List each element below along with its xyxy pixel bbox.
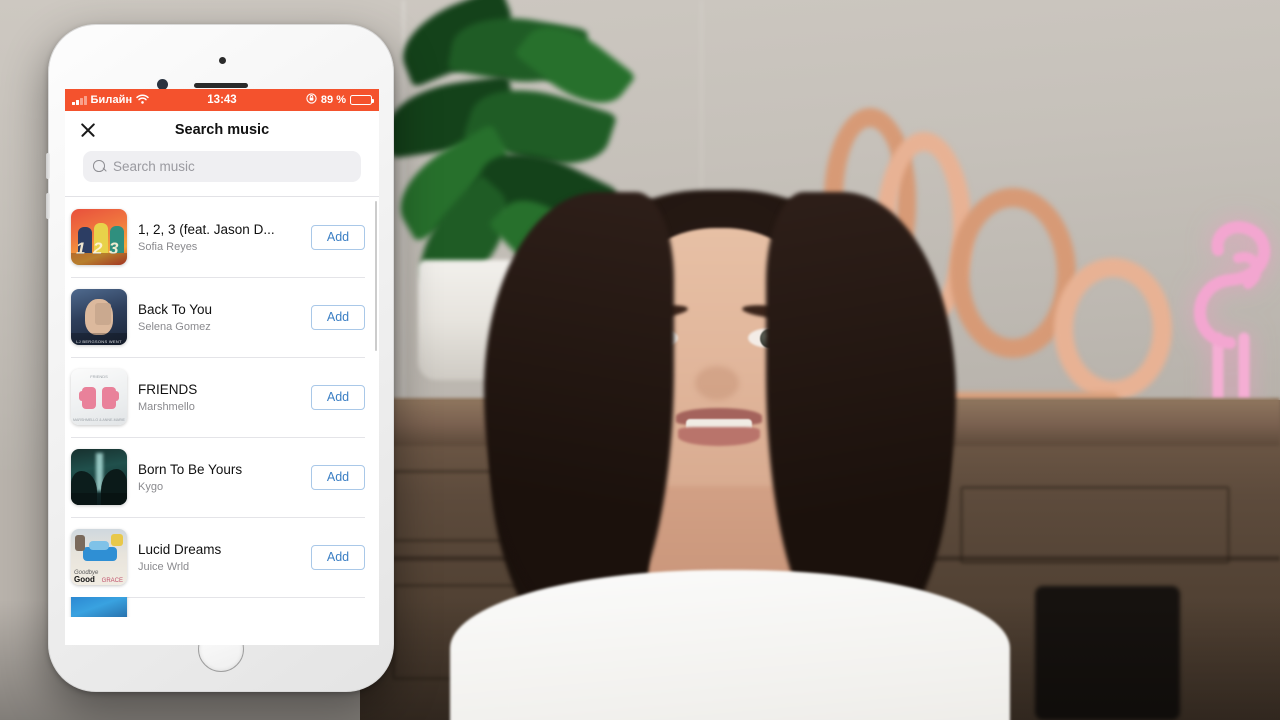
add-button[interactable]: Add	[311, 384, 365, 410]
nav-bar: Search music	[65, 111, 379, 149]
song-row[interactable]	[65, 597, 379, 617]
status-bar-time: 13:43	[207, 94, 237, 106]
dresser-panel	[960, 486, 1230, 564]
balloon-letter-o	[1054, 258, 1172, 400]
song-artist: Kygo	[138, 480, 164, 493]
status-bar-right: 89 %	[306, 93, 375, 107]
song-title: Lucid Dreams	[138, 542, 222, 558]
album-art: FRIENDS MARSHMELLO & ANNE-MARIE	[71, 369, 127, 425]
iphone-device: Билайн 13:43 89 % Search music Search mu…	[46, 24, 394, 692]
song-row[interactable]: FRIENDS MARSHMELLO & ANNE-MARIE FRIENDS Mar…	[65, 357, 379, 437]
person	[450, 120, 1010, 720]
add-button[interactable]: Add	[311, 304, 365, 330]
add-button[interactable]: Add	[311, 464, 365, 490]
rotation-lock-icon	[306, 93, 317, 107]
search-placeholder: Search music	[113, 159, 195, 174]
proximity-sensor-icon	[219, 57, 226, 64]
song-artist: Selena Gomez	[138, 320, 211, 333]
volume-up-button[interactable]	[46, 153, 50, 179]
song-title: Born To Be Yours	[138, 462, 243, 478]
volume-down-button[interactable]	[46, 193, 50, 219]
search-input[interactable]: Search music	[83, 151, 361, 182]
song-row[interactable]: LJ BERGSONS WENT Back To You Selena Gomez A…	[65, 277, 379, 357]
search-icon	[93, 160, 106, 173]
album-art	[71, 597, 127, 617]
earpiece-speaker	[194, 83, 248, 88]
add-button[interactable]: Add	[311, 224, 365, 250]
song-meta: Lucid Dreams Juice Wrld	[138, 541, 300, 572]
status-bar-left: Билайн	[72, 93, 150, 107]
lips	[678, 427, 760, 446]
phone-screen: Билайн 13:43 89 % Search music Search mu…	[65, 89, 379, 645]
close-icon[interactable]	[79, 122, 96, 139]
nose	[695, 366, 739, 400]
song-meta: Back To You Selena Gomez	[138, 301, 300, 332]
album-art	[71, 449, 127, 505]
search-section: Search music	[65, 149, 379, 196]
song-title: Back To You	[138, 302, 213, 318]
song-row[interactable]: Born To Be Yours Kygo Add	[65, 437, 379, 517]
status-bar: Билайн 13:43 89 %	[65, 89, 379, 111]
song-artist: Marshmello	[138, 400, 195, 413]
wifi-icon	[136, 93, 150, 107]
page-title: Search music	[174, 122, 270, 138]
song-artist: Sofia Reyes	[138, 240, 198, 253]
add-button[interactable]: Add	[311, 544, 365, 570]
battery-icon	[350, 95, 375, 105]
battery-percent-label: 89 %	[320, 94, 346, 106]
song-meta: FRIENDS Marshmello	[138, 381, 300, 412]
song-artist: Juice Wrld	[138, 560, 190, 573]
song-row[interactable]: Goodbye Good GRACE Lucid Dreams Juice Wrld Ad…	[65, 517, 379, 597]
white-top	[450, 570, 1010, 720]
song-meta: 1, 2, 3 (feat. Jason D... Sofia Reyes	[138, 221, 300, 252]
song-list[interactable]: 1 2 3 1, 2, 3 (feat. Jason D... Sofia Reyes A…	[65, 197, 379, 617]
song-title: 1, 2, 3 (feat. Jason D...	[138, 222, 275, 238]
song-meta: Born To Be Yours Kygo	[138, 461, 300, 492]
album-art: Goodbye Good GRACE	[71, 529, 127, 585]
carrier-label: Билайн	[90, 94, 133, 106]
album-art: LJ BERGSONS WENT	[71, 289, 127, 345]
song-title: FRIENDS	[138, 382, 198, 398]
signal-bars-icon	[72, 95, 87, 105]
song-row[interactable]: 1 2 3 1, 2, 3 (feat. Jason D... Sofia Reyes A…	[65, 197, 379, 277]
album-art: 123	[71, 209, 127, 265]
neon-flamingo-lamp	[1178, 188, 1280, 418]
